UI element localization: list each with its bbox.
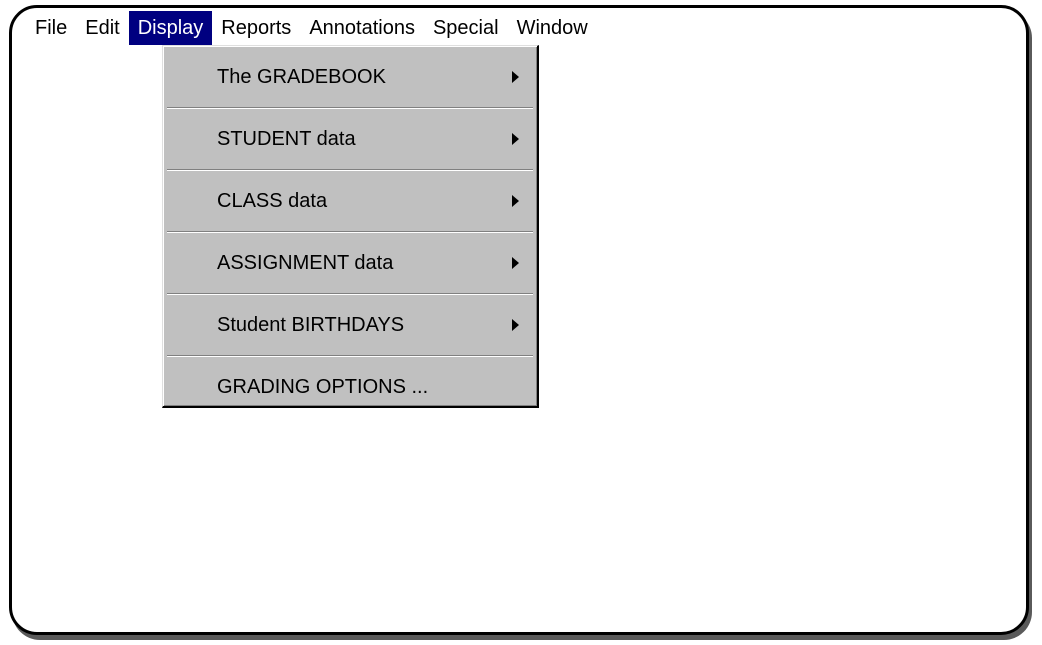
menu-file[interactable]: File xyxy=(26,11,76,45)
menu-reports[interactable]: Reports xyxy=(212,11,300,45)
menu-item-grading-options[interactable]: GRADING OPTIONS ... xyxy=(163,358,537,416)
menu-annotations[interactable]: Annotations xyxy=(300,11,424,45)
display-dropdown-menu: The GRADEBOOK STUDENT data CLASS data AS… xyxy=(162,45,539,408)
menu-item-label: STUDENT data xyxy=(217,127,356,150)
menu-separator xyxy=(167,355,533,357)
submenu-arrow-icon xyxy=(512,319,519,331)
menu-separator xyxy=(167,107,533,109)
submenu-arrow-icon xyxy=(512,195,519,207)
menu-item-label: Student BIRTHDAYS xyxy=(217,313,405,336)
menu-display[interactable]: Display xyxy=(128,11,213,45)
menu-item-student-birthdays[interactable]: Student BIRTHDAYS xyxy=(163,296,537,354)
menu-separator xyxy=(167,169,533,171)
menu-item-label: The GRADEBOOK xyxy=(217,65,386,88)
menu-item-class-data[interactable]: CLASS data xyxy=(163,172,537,230)
menu-separator xyxy=(167,293,533,295)
menu-bar: File Edit Display Reports Annotations Sp… xyxy=(26,11,597,45)
menu-item-student-data[interactable]: STUDENT data xyxy=(163,110,537,168)
submenu-arrow-icon xyxy=(512,133,519,145)
menu-item-assignment-data[interactable]: ASSIGNMENT data xyxy=(163,234,537,292)
menu-item-label: CLASS data xyxy=(217,189,328,212)
submenu-arrow-icon xyxy=(512,71,519,83)
submenu-arrow-icon xyxy=(512,257,519,269)
menu-item-label: GRADING OPTIONS ... xyxy=(217,375,429,398)
menu-special[interactable]: Special xyxy=(424,11,508,45)
menu-item-gradebook[interactable]: The GRADEBOOK xyxy=(163,48,537,106)
menu-edit[interactable]: Edit xyxy=(76,11,128,45)
menu-window[interactable]: Window xyxy=(508,11,597,45)
menu-item-label: ASSIGNMENT data xyxy=(217,251,394,274)
menu-separator xyxy=(167,231,533,233)
